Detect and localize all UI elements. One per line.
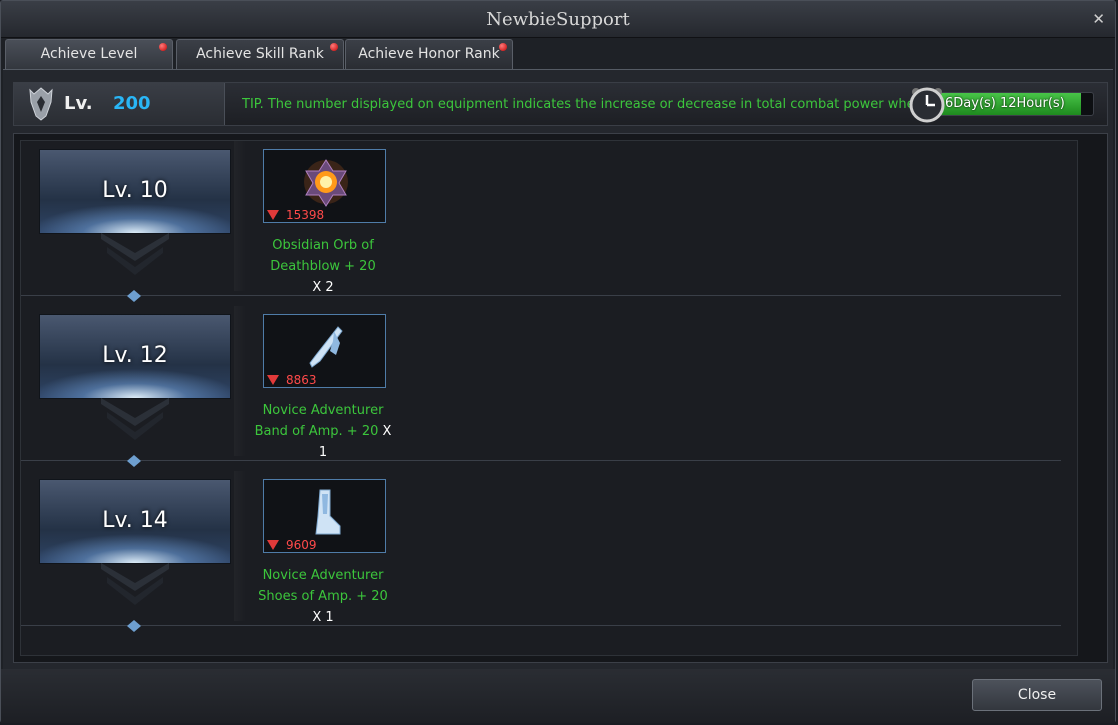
level-display: Lv. 200	[14, 83, 225, 125]
row-divider	[21, 625, 1061, 626]
item-slot[interactable]: 15398	[263, 149, 386, 223]
timer-bar: 6Day(s) 12Hour(s)	[936, 92, 1094, 116]
footer: Close	[1, 669, 1115, 723]
level-banner-label: Lv. 12	[102, 343, 168, 368]
close-button[interactable]: Close	[972, 679, 1102, 711]
tab-label: Achieve Level	[40, 46, 138, 62]
level-banner: Lv. 14	[39, 479, 231, 564]
level-bar: Lv. 200 TIP. The number displayed on equ…	[13, 82, 1108, 126]
level-banner-label: Lv. 10	[102, 178, 168, 203]
level-banner-label: Lv. 14	[102, 508, 168, 533]
combat-power-change: 9609	[286, 538, 317, 552]
column-separator	[234, 141, 246, 291]
combat-power-change: 8863	[286, 373, 317, 387]
band-icon	[309, 326, 343, 368]
level-value: 200	[113, 93, 151, 114]
item-quantity: X 1	[312, 610, 334, 625]
event-timer: 6Day(s) 12Hour(s)	[908, 84, 1098, 124]
orb-icon	[304, 159, 348, 207]
titlebar: NewbieSupport ✕	[1, 1, 1115, 38]
notification-dot-icon	[330, 43, 338, 51]
chevron-down-icon	[101, 398, 169, 440]
reward-row: Lv. 14 9609 Novice Adventurer Shoes of A…	[21, 471, 1071, 636]
decrease-arrow-icon	[267, 210, 279, 220]
item-name: Novice Adventurer Band of Amp. + 20 X 1	[253, 400, 393, 463]
notification-dot-icon	[499, 43, 507, 51]
tab-label: Achieve Skill Rank	[196, 46, 324, 62]
column-separator	[234, 471, 246, 621]
level-label: Lv.	[64, 93, 93, 114]
level-banner: Lv. 10	[39, 149, 231, 234]
close-icon[interactable]: ✕	[1092, 10, 1105, 28]
item-name-text: Obsidian Orb of Deathblow + 20	[270, 238, 376, 274]
diamond-icon	[127, 290, 141, 302]
tab-achieve-level[interactable]: Achieve Level	[5, 39, 173, 69]
level-banner: Lv. 12	[39, 314, 231, 399]
notification-dot-icon	[159, 43, 167, 51]
diamond-icon	[127, 455, 141, 467]
decrease-arrow-icon	[267, 375, 279, 385]
row-divider	[21, 295, 1061, 296]
row-divider	[21, 460, 1061, 461]
reward-row: Lv. 10 15398 Obsidian Orb of Deathblow +…	[21, 141, 1071, 306]
reward-list-frame: Lv. 10 15398 Obsidian Orb of Deathblow +…	[13, 133, 1108, 663]
item-name-text: Novice Adventurer Shoes of Amp. + 20	[258, 568, 388, 604]
item-slot[interactable]: 8863	[263, 314, 386, 388]
decrease-arrow-icon	[267, 540, 279, 550]
item-name: Novice Adventurer Shoes of Amp. + 20 X 1	[253, 565, 393, 628]
item-name: Obsidian Orb of Deathblow + 20 X 2	[253, 235, 393, 298]
item-quantity: X 2	[312, 280, 334, 295]
reward-row: Lv. 12 8863 Novice Adventurer Band of Am…	[21, 306, 1071, 471]
shoes-icon	[315, 489, 341, 535]
column-separator	[234, 306, 246, 456]
combat-power-change: 15398	[286, 208, 325, 222]
clock-icon	[909, 87, 945, 123]
tab-achieve-honor-rank[interactable]: Achieve Honor Rank	[345, 39, 513, 69]
tab-label: Achieve Honor Rank	[358, 46, 500, 62]
window-title: NewbieSupport	[486, 9, 630, 30]
chevron-down-icon	[101, 563, 169, 605]
reward-list[interactable]: Lv. 10 15398 Obsidian Orb of Deathblow +…	[20, 140, 1078, 656]
helmet-emblem-icon	[29, 87, 53, 121]
item-slot[interactable]: 9609	[263, 479, 386, 553]
diamond-icon	[127, 620, 141, 632]
newbie-support-window: NewbieSupport ✕ Achieve Level Achieve Sk…	[0, 0, 1116, 723]
chevron-down-icon	[101, 233, 169, 275]
timer-text: 6Day(s) 12Hour(s)	[945, 96, 1065, 111]
item-name-text: Novice Adventurer Band of Amp. + 20	[254, 403, 384, 439]
tab-achieve-skill-rank[interactable]: Achieve Skill Rank	[176, 39, 344, 69]
content-area: Lv. 200 TIP. The number displayed on equ…	[3, 69, 1113, 670]
